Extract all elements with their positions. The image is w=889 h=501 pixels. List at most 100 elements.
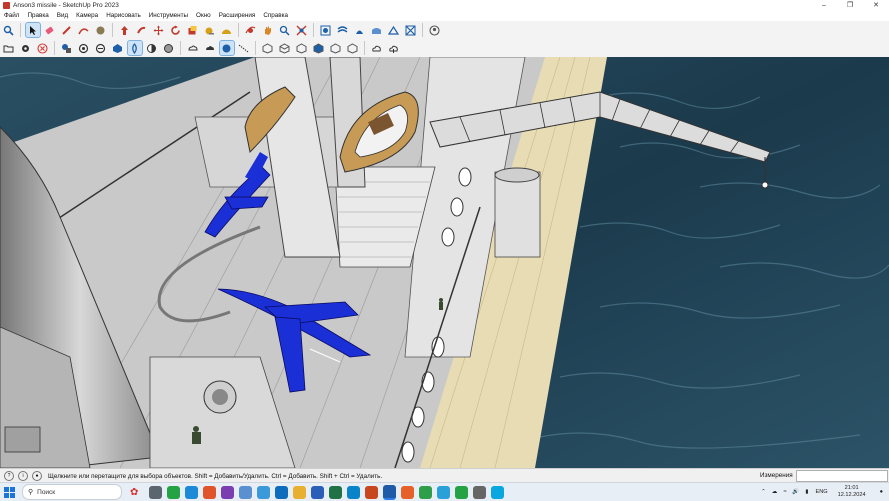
minimize-button[interactable]: –: [811, 0, 837, 10]
menu-extensions[interactable]: Расширения: [215, 12, 260, 19]
search-placeholder: Поиск: [37, 488, 56, 496]
3d-viewport[interactable]: [0, 57, 889, 468]
info-icon[interactable]: i: [18, 471, 28, 481]
materials-icon[interactable]: [77, 41, 91, 55]
paint-bucket-icon[interactable]: [94, 23, 108, 37]
move-icon[interactable]: [152, 23, 166, 37]
push-pull-icon[interactable]: [118, 23, 132, 37]
drape-icon[interactable]: [370, 23, 384, 37]
tape-measure-icon[interactable]: [203, 23, 217, 37]
shaded-icon[interactable]: [162, 41, 176, 55]
whatsapp-icon[interactable]: [166, 485, 180, 499]
tray-chevron-icon[interactable]: ⌃: [761, 489, 766, 495]
open-icon[interactable]: [2, 41, 16, 55]
paint-icon[interactable]: [256, 485, 270, 499]
components-icon[interactable]: [60, 41, 74, 55]
account-icon[interactable]: [428, 23, 442, 37]
battery-icon[interactable]: ▮: [805, 489, 808, 495]
close-circle-icon[interactable]: [36, 41, 50, 55]
taskbar-search[interactable]: ⚲ Поиск: [22, 484, 122, 500]
flip-edge-icon[interactable]: [404, 23, 418, 37]
menu-draw[interactable]: Нарисовать: [102, 12, 145, 19]
warehouse-icon[interactable]: [186, 41, 200, 55]
menu-file[interactable]: Файл: [0, 12, 23, 19]
maximize-button[interactable]: ❐: [837, 0, 863, 10]
wifi-icon[interactable]: ≈: [783, 489, 786, 495]
edge-icon[interactable]: [184, 485, 198, 499]
onenote-icon[interactable]: [220, 485, 234, 499]
protractor-icon[interactable]: [220, 23, 234, 37]
section-plane-icon[interactable]: [237, 41, 251, 55]
menu-camera[interactable]: Камера: [72, 12, 102, 19]
start-button[interactable]: [0, 483, 18, 501]
right-view-icon[interactable]: [312, 41, 326, 55]
brave-icon[interactable]: [202, 485, 216, 499]
firefox-icon[interactable]: [400, 485, 414, 499]
zoom-window-icon[interactable]: [278, 23, 292, 37]
task-view-icon[interactable]: [148, 485, 162, 499]
sketchup-icon[interactable]: [382, 484, 396, 500]
front-view-icon[interactable]: [295, 41, 309, 55]
whatsapp2-icon[interactable]: [454, 485, 468, 499]
chrome-icon[interactable]: [418, 485, 432, 499]
pencil-icon[interactable]: [60, 23, 74, 37]
sketchup-app-icon: [3, 1, 10, 9]
extension-warehouse-icon[interactable]: [203, 41, 217, 55]
notifications-icon[interactable]: ●: [880, 489, 883, 495]
word-icon[interactable]: [310, 485, 324, 499]
app-icon[interactable]: [238, 485, 252, 499]
arc-icon[interactable]: [77, 23, 91, 37]
outlook-icon[interactable]: [274, 485, 288, 499]
hidden-line-icon[interactable]: [145, 41, 159, 55]
zoom-extents-icon[interactable]: [295, 23, 309, 37]
menu-window[interactable]: Окно: [192, 12, 215, 19]
styles-icon[interactable]: [94, 41, 108, 55]
cloud-upload-icon[interactable]: [370, 41, 384, 55]
powerpoint-icon[interactable]: [364, 485, 378, 499]
geolocation-icon[interactable]: ●: [32, 471, 42, 481]
app2-icon[interactable]: [472, 485, 486, 499]
language-indicator[interactable]: ENG: [815, 489, 827, 495]
poinsettia-widget-icon[interactable]: ✿: [130, 487, 138, 498]
cloud-icon[interactable]: ☁: [772, 489, 778, 495]
orbit-icon[interactable]: [244, 23, 258, 37]
edge-blue-icon[interactable]: [346, 485, 360, 499]
settings-icon[interactable]: [19, 41, 33, 55]
xray-icon[interactable]: [111, 41, 125, 55]
excel-icon[interactable]: [328, 485, 342, 499]
scale-icon[interactable]: [186, 23, 200, 37]
taskbar-apps: [146, 484, 506, 500]
clock-time: 21:01: [844, 485, 859, 491]
clock[interactable]: 21:01 12.12.2024: [838, 485, 866, 499]
sandbox-icon[interactable]: [319, 23, 333, 37]
telegram-icon[interactable]: [436, 485, 450, 499]
add-detail-icon[interactable]: [387, 23, 401, 37]
back-view-icon[interactable]: [329, 41, 343, 55]
smoove-icon[interactable]: [336, 23, 350, 37]
menu-view[interactable]: Вид: [53, 12, 72, 19]
iso-view-icon[interactable]: [261, 41, 275, 55]
rotate-icon[interactable]: [169, 23, 183, 37]
folder-icon[interactable]: [292, 485, 306, 499]
back-edges-icon[interactable]: [126, 40, 143, 56]
follow-me-icon[interactable]: [135, 23, 149, 37]
title-bar: Anson3 missile - SketchUp Pro 2023 – ❐ ✕: [0, 0, 889, 10]
stamp-icon[interactable]: [353, 23, 367, 37]
close-button[interactable]: ✕: [863, 0, 889, 10]
menu-help[interactable]: Справка: [259, 12, 292, 19]
zoom-icon[interactable]: [2, 23, 16, 37]
left-view-icon[interactable]: [346, 41, 360, 55]
cloud-download-icon[interactable]: [387, 41, 401, 55]
menu-edit[interactable]: Правка: [23, 12, 52, 19]
menu-bar: Файл Правка Вид Камера Нарисовать Инстру…: [0, 10, 889, 21]
measurements-input[interactable]: [796, 470, 888, 482]
layout-icon[interactable]: [218, 40, 235, 56]
help-icon[interactable]: ?: [4, 471, 14, 481]
volume-icon[interactable]: 🔊: [792, 489, 799, 495]
eraser-icon[interactable]: [43, 23, 57, 37]
skype-icon[interactable]: [490, 485, 504, 499]
select-arrow-icon[interactable]: [24, 22, 41, 38]
menu-tools[interactable]: Инструменты: [145, 12, 192, 19]
top-view-icon[interactable]: [278, 41, 292, 55]
pan-icon[interactable]: [261, 23, 275, 37]
